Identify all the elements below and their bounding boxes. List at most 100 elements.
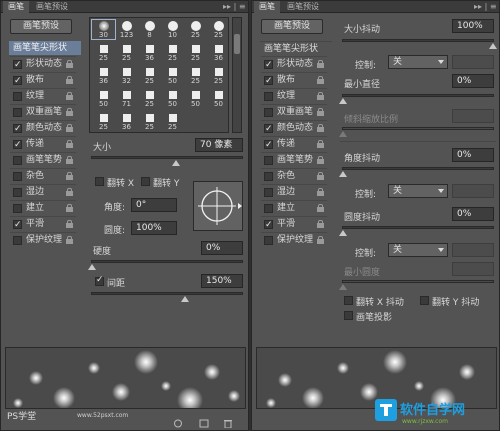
setting-checkbox[interactable] [264, 236, 273, 245]
angle-jitter-slider-knob[interactable] [339, 171, 347, 177]
lock-icon[interactable] [317, 140, 324, 148]
size-slider-knob[interactable] [172, 160, 180, 166]
brush-setting-item[interactable]: 纹理 [10, 88, 76, 103]
roundness-input[interactable]: 100% [131, 221, 177, 235]
lock-icon[interactable] [317, 204, 324, 212]
panel-menu-icon[interactable]: ▸▸ | ≡ [474, 1, 497, 13]
lock-icon[interactable] [317, 60, 324, 68]
setting-checkbox[interactable] [264, 74, 273, 88]
size-jitter-slider[interactable] [342, 39, 497, 49]
spacing-slider-knob[interactable] [181, 296, 189, 302]
lock-icon[interactable] [66, 220, 73, 228]
setting-checkbox[interactable] [13, 204, 22, 213]
flip-x-jitter-checkbox[interactable] [344, 296, 353, 305]
roundness-jitter-slider[interactable] [339, 226, 494, 236]
brush-tip[interactable]: 71 [115, 89, 138, 108]
lock-icon[interactable] [317, 236, 324, 244]
brush-setting-item[interactable]: 保护纹理 [10, 232, 76, 247]
lock-icon[interactable] [66, 108, 73, 116]
setting-checkbox[interactable] [13, 236, 22, 245]
setting-checkbox[interactable] [264, 218, 273, 232]
toggle-brush-icon[interactable] [173, 419, 183, 428]
brush-tip[interactable]: 50 [161, 89, 184, 108]
setting-checkbox[interactable] [13, 172, 22, 181]
hardness-slider[interactable] [88, 260, 243, 270]
lock-icon[interactable] [317, 124, 324, 132]
min-diameter-slider-knob[interactable] [339, 98, 347, 104]
brush-tip[interactable]: 8 [138, 20, 161, 39]
flip-y-jitter-checkbox[interactable] [420, 296, 429, 305]
brush-setting-item[interactable]: 颜色动态 [261, 120, 327, 136]
size-slider[interactable] [91, 156, 243, 166]
angle-roundness-widget[interactable] [193, 181, 243, 231]
setting-checkbox[interactable] [264, 122, 273, 136]
brush-tip[interactable]: 25 [161, 43, 184, 62]
lock-icon[interactable] [66, 124, 73, 132]
setting-checkbox[interactable] [264, 188, 273, 197]
setting-checkbox[interactable] [264, 108, 273, 117]
new-preset-icon[interactable] [199, 419, 209, 428]
brush-tip[interactable]: 25 [115, 43, 138, 62]
brush-tip[interactable]: 25 [184, 20, 207, 39]
brush-tip-shape-item[interactable]: 画笔笔尖形状 [260, 41, 332, 55]
setting-checkbox[interactable] [264, 156, 273, 165]
size-input[interactable]: 70 像素 [195, 138, 243, 152]
delete-icon[interactable] [223, 419, 233, 428]
brush-tip[interactable]: 30 [91, 19, 116, 40]
lock-icon[interactable] [317, 156, 324, 164]
brush-presets-button[interactable]: 画笔预设 [261, 19, 323, 34]
tab-brush[interactable]: 画笔 [254, 1, 280, 13]
setting-checkbox[interactable] [264, 172, 273, 181]
spacing-slider[interactable] [91, 292, 243, 302]
setting-checkbox[interactable] [264, 92, 273, 101]
brush-tip[interactable]: 36 [115, 112, 138, 131]
brush-setting-item[interactable]: 建立 [10, 200, 76, 215]
lock-icon[interactable] [66, 76, 73, 84]
brush-tip[interactable]: 123 [115, 20, 138, 39]
angle-jitter-input[interactable]: 0% [452, 148, 494, 162]
min-diameter-slider[interactable] [339, 94, 494, 104]
brush-setting-item[interactable]: 散布 [10, 72, 76, 88]
brush-tip[interactable]: 50 [207, 89, 228, 108]
brush-tip-scrollbar[interactable] [232, 17, 242, 133]
lock-icon[interactable] [66, 188, 73, 196]
brush-tip[interactable]: 25 [138, 112, 161, 131]
brush-tip[interactable]: 50 [184, 89, 207, 108]
spacing-input[interactable]: 150% [201, 274, 243, 288]
size-control-select[interactable]: 关 [388, 55, 448, 69]
brush-setting-item[interactable]: 传递 [261, 136, 327, 152]
brush-setting-item[interactable]: 形状动态 [10, 56, 76, 72]
setting-checkbox[interactable] [13, 218, 22, 232]
brush-setting-item[interactable]: 平滑 [10, 216, 76, 232]
lock-icon[interactable] [66, 156, 73, 164]
brush-setting-item[interactable]: 平滑 [261, 216, 327, 232]
setting-checkbox[interactable] [13, 74, 22, 88]
brush-tip[interactable]: 25 [184, 43, 207, 62]
brush-tip[interactable]: 32 [115, 66, 138, 85]
panel-menu-icon[interactable]: ▸▸ | ≡ [223, 1, 246, 13]
setting-checkbox[interactable] [13, 122, 22, 136]
brush-tip[interactable]: 50 [92, 89, 115, 108]
brush-setting-item[interactable]: 双重画笔 [10, 104, 76, 119]
lock-icon[interactable] [317, 92, 324, 100]
lock-icon[interactable] [66, 204, 73, 212]
brush-setting-item[interactable]: 湿边 [261, 184, 327, 199]
flip-y-checkbox[interactable] [141, 177, 150, 186]
brush-tip[interactable]: 36 [92, 66, 115, 85]
brush-tip[interactable]: 10 [161, 20, 184, 39]
lock-icon[interactable] [317, 188, 324, 196]
brush-tip[interactable]: 36 [138, 43, 161, 62]
lock-icon[interactable] [66, 60, 73, 68]
setting-checkbox[interactable] [264, 204, 273, 213]
setting-checkbox[interactable] [264, 138, 273, 152]
setting-checkbox[interactable] [13, 188, 22, 197]
brush-projection-checkbox[interactable] [344, 311, 353, 320]
flip-x-checkbox[interactable] [95, 177, 104, 186]
lock-icon[interactable] [317, 220, 324, 228]
brush-setting-item[interactable]: 颜色动态 [10, 120, 76, 136]
setting-checkbox[interactable] [13, 58, 22, 72]
setting-checkbox[interactable] [13, 138, 22, 152]
roundness-jitter-slider-knob[interactable] [339, 230, 347, 236]
size-jitter-input[interactable]: 100% [452, 19, 494, 33]
roundness-jitter-input[interactable]: 0% [452, 207, 494, 221]
